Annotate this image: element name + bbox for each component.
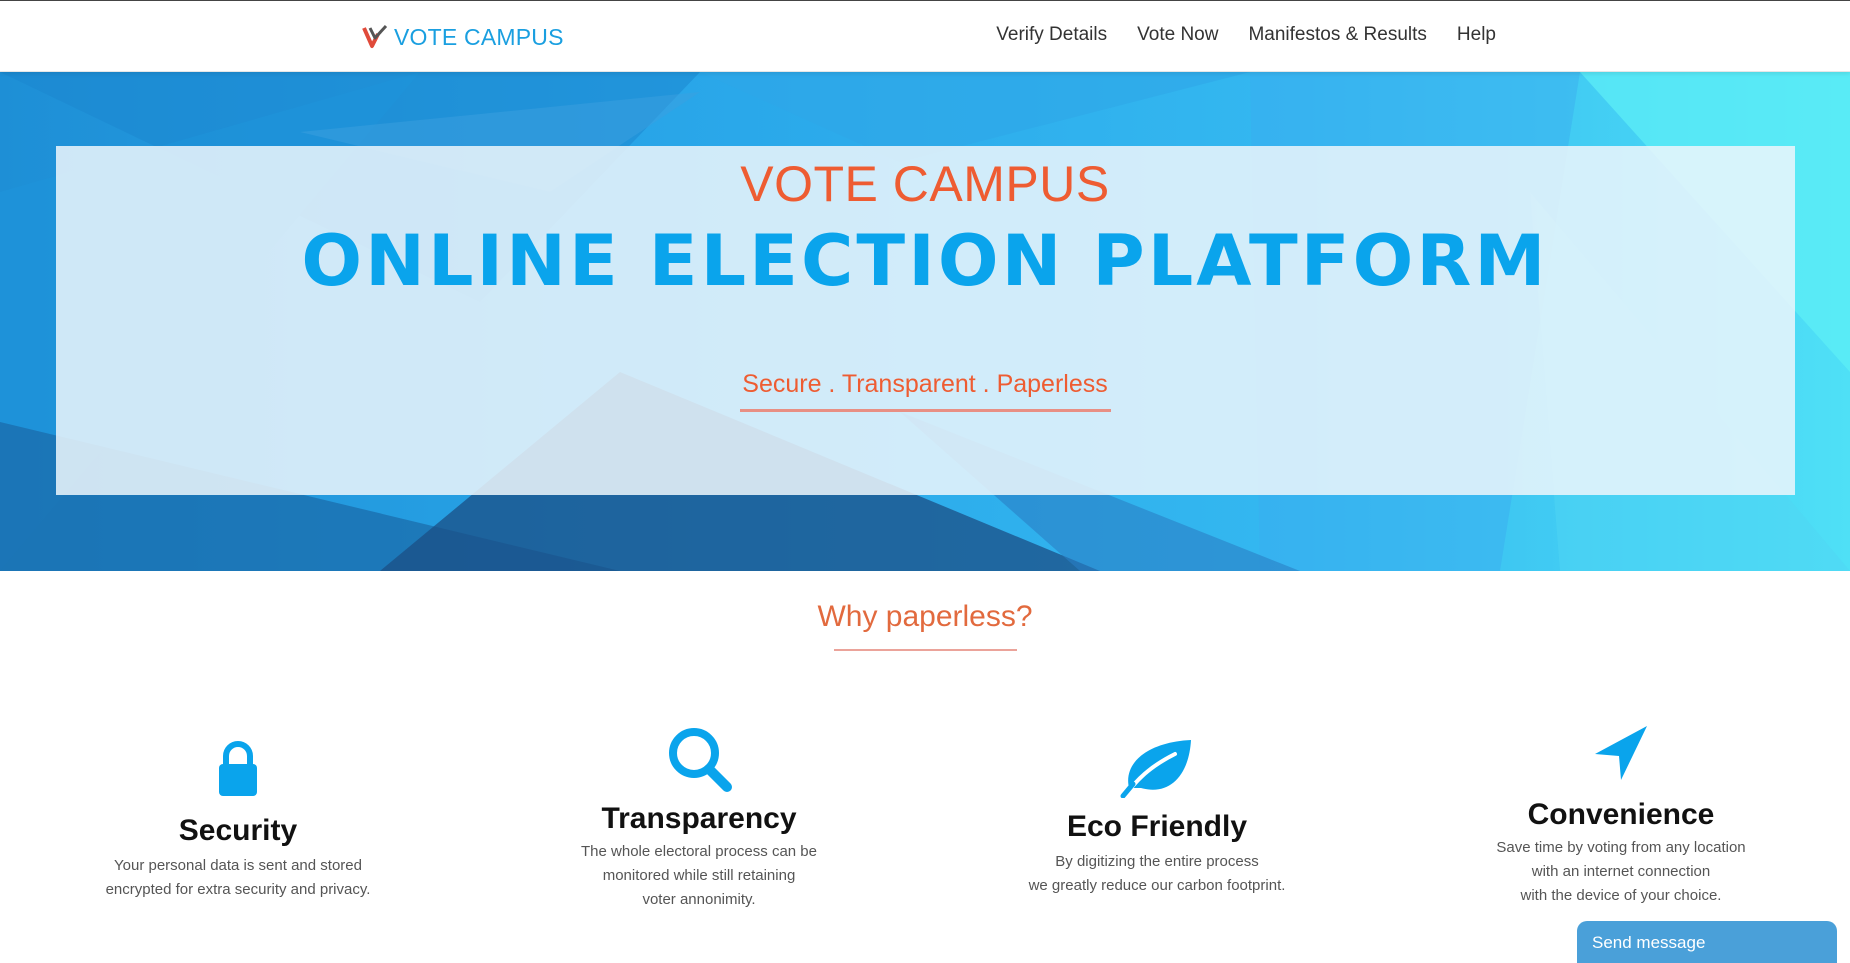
nav-manifestos-results[interactable]: Manifestos & Results xyxy=(1248,24,1426,46)
brand-link[interactable]: VOTE CAMPUS xyxy=(362,21,564,53)
feature-eco-friendly: Eco Friendly By digitizing the entire pr… xyxy=(937,740,1377,898)
feature-description: Your personal data is sent and stored en… xyxy=(105,857,371,898)
lock-icon xyxy=(219,741,257,796)
nav-verify-details[interactable]: Verify Details xyxy=(996,24,1107,46)
hero-title: ONLINE ELECTION PLATFORM xyxy=(301,220,1549,302)
send-message-chat-button[interactable]: Send message xyxy=(1577,921,1837,963)
hero-underline-divider xyxy=(740,409,1111,412)
why-paperless-title: Why paperless? xyxy=(817,600,1033,633)
feature-description: Save time by voting from any location wi… xyxy=(1496,839,1746,904)
main-nav: Verify Details Vote Now Manifestos & Res… xyxy=(996,24,1496,46)
nav-help[interactable]: Help xyxy=(1457,24,1496,46)
top-navbar: VOTE CAMPUS Verify Details Vote Now Mani… xyxy=(0,0,1850,72)
leaf-icon xyxy=(1120,740,1191,798)
feature-title: Eco Friendly xyxy=(1066,810,1248,843)
hero-tagline: Secure . Transparent . Paperless xyxy=(742,370,1108,398)
feature-description: The whole electoral process can be monit… xyxy=(581,843,817,908)
feature-transparency: Transparency The whole electoral process… xyxy=(479,728,919,912)
location-arrow-icon xyxy=(1595,726,1647,780)
feature-convenience: Convenience Save time by voting from any… xyxy=(1401,726,1841,908)
hero-banner xyxy=(0,72,1850,571)
feature-title: Convenience xyxy=(1527,798,1715,831)
feature-title: Transparency xyxy=(601,802,797,835)
feature-description: By digitizing the entire process we grea… xyxy=(1028,853,1286,894)
feature-security: Security Your personal data is sent and … xyxy=(18,740,458,902)
search-icon xyxy=(669,728,732,792)
nav-vote-now[interactable]: Vote Now xyxy=(1137,24,1218,46)
feature-title: Security xyxy=(178,814,298,847)
vote-check-logo-icon xyxy=(362,24,388,48)
section-underline-divider xyxy=(834,649,1017,651)
brand-name: VOTE CAMPUS xyxy=(394,23,564,50)
hero-kicker: VOTE CAMPUS xyxy=(740,156,1110,212)
